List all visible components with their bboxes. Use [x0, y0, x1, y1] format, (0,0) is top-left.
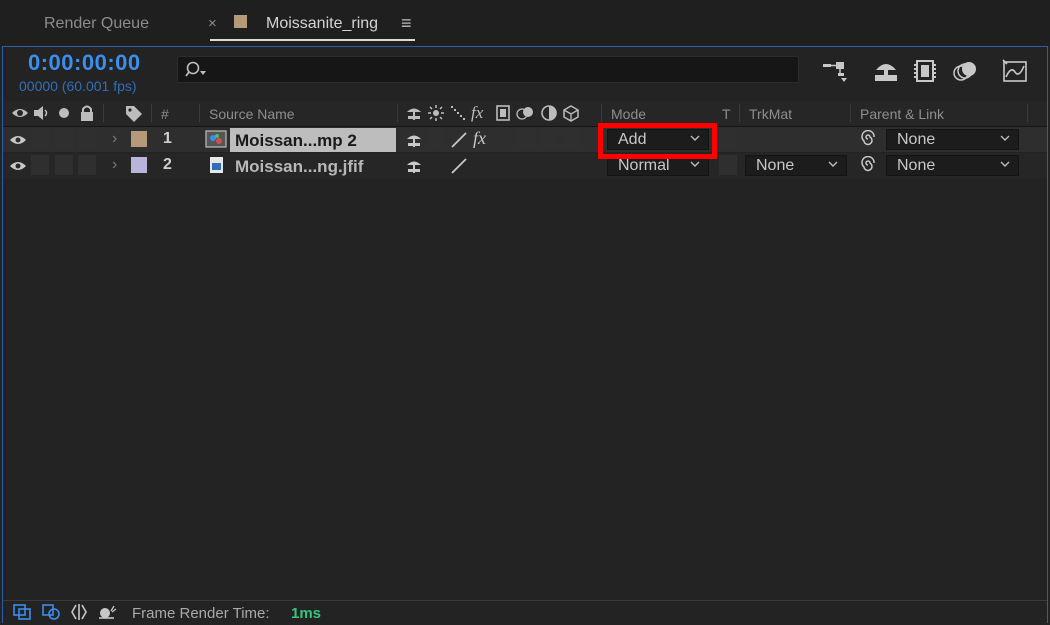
chevron-down-icon	[1000, 135, 1010, 141]
solo-switch[interactable]	[55, 129, 73, 149]
parent-pickwhip-icon[interactable]	[859, 156, 877, 174]
quality-slash-icon[interactable]	[449, 104, 467, 122]
precomp-thumbnail-icon	[205, 130, 227, 148]
modes-toggle-icon[interactable]	[41, 603, 61, 621]
shy-switch-icon[interactable]	[405, 131, 423, 149]
column-t[interactable]: T	[722, 106, 731, 122]
panel-menu-icon[interactable]: ≡	[401, 13, 412, 34]
lock-icon[interactable]	[79, 104, 95, 122]
frame-blend-column-icon[interactable]	[494, 104, 512, 122]
active-tab-underline	[210, 39, 415, 41]
column-mode[interactable]: Mode	[611, 106, 646, 122]
3d-layer-cube-icon[interactable]	[562, 104, 580, 122]
header-divider	[103, 104, 104, 122]
layer-switches-toggle-icon[interactable]	[12, 603, 32, 621]
visibility-eye-icon[interactable]	[9, 134, 27, 146]
composition-color-swatch	[234, 15, 247, 28]
audio-switch[interactable]	[31, 155, 49, 175]
parent-value: None	[897, 157, 936, 174]
close-tab-icon[interactable]: ×	[208, 15, 217, 32]
layer-number: 1	[163, 130, 172, 147]
chevron-down-icon	[1000, 161, 1010, 167]
adjustment-layer-icon[interactable]	[540, 104, 558, 122]
current-time-display[interactable]: 0:00:00:00	[28, 50, 141, 76]
motion-blur-icon[interactable]	[951, 58, 979, 84]
layer-number: 2	[163, 156, 172, 173]
track-matte-value: None	[756, 157, 795, 174]
motion-blur-column-icon[interactable]	[515, 104, 535, 122]
collapse-switch[interactable]	[427, 129, 445, 149]
parent-dropdown[interactable]: None	[886, 129, 1019, 150]
audio-switch[interactable]	[31, 129, 49, 149]
shy-switch-icon[interactable]	[405, 157, 423, 175]
search-input[interactable]	[212, 60, 796, 81]
column-number[interactable]: #	[161, 106, 169, 122]
frame-blending-icon[interactable]	[912, 58, 940, 84]
header-divider	[199, 104, 200, 122]
column-parent-link[interactable]: Parent & Link	[860, 106, 944, 122]
tab-composition[interactable]: Moissanite_ring	[266, 15, 378, 33]
layer-source-name[interactable]: Moissan...mp 2	[235, 131, 357, 151]
expand-chevron-icon[interactable]: ›	[112, 130, 117, 148]
draft-3d-icon[interactable]	[872, 58, 900, 84]
blend-mode-value: Normal	[618, 157, 670, 174]
tab-render-queue[interactable]: Render Queue	[44, 15, 149, 33]
solo-switch[interactable]	[55, 155, 73, 175]
mode-highlight-box	[598, 123, 717, 159]
graph-editor-icon[interactable]	[1001, 58, 1029, 84]
header-divider	[1027, 104, 1028, 122]
header-divider	[850, 104, 851, 122]
frame-rate-readout: 00000 (60.001 fps)	[19, 78, 137, 94]
parent-value: None	[897, 131, 936, 148]
track-matte-dropdown[interactable]: None	[745, 155, 847, 176]
parent-dropdown[interactable]: None	[886, 155, 1019, 176]
frame-render-time-label: Frame Render Time:	[132, 605, 270, 622]
audio-speaker-icon[interactable]	[32, 104, 52, 122]
collapse-sun-icon[interactable]	[427, 104, 445, 122]
motion-blur-switch[interactable]	[540, 129, 558, 149]
frame-render-time-value: 1ms	[291, 605, 322, 622]
lock-switch[interactable]	[78, 155, 96, 175]
column-source-name[interactable]: Source Name	[209, 106, 295, 122]
header-divider	[739, 104, 740, 122]
chevron-down-icon	[690, 161, 700, 167]
expand-chevron-icon[interactable]: ›	[112, 156, 117, 174]
in-out-toggle-icon[interactable]	[69, 603, 89, 621]
comp-flowchart-icon[interactable]	[822, 58, 850, 84]
tab-bar	[0, 0, 1050, 46]
search-icon[interactable]	[185, 60, 207, 80]
layer-source-name[interactable]: Moissan...ng.jfif	[235, 157, 363, 177]
layer-label-color[interactable]	[131, 157, 147, 173]
image-file-icon	[210, 157, 223, 173]
visibility-eye-icon[interactable]	[9, 160, 27, 172]
frame-blend-switch[interactable]	[517, 129, 535, 149]
header-divider	[151, 104, 152, 122]
chevron-down-icon	[828, 161, 838, 167]
solo-dot-icon[interactable]	[57, 104, 71, 122]
label-tag-icon[interactable]	[124, 104, 144, 122]
3d-layer-switch[interactable]	[562, 129, 580, 149]
column-trkmat[interactable]: TrkMat	[749, 106, 792, 122]
render-time-snail-icon[interactable]	[97, 603, 117, 621]
quality-switch-icon[interactable]	[450, 157, 468, 175]
parent-pickwhip-icon[interactable]	[859, 130, 877, 148]
header-divider	[601, 104, 602, 122]
effects-switch-icon[interactable]: fx	[473, 128, 486, 149]
effects-fx-icon[interactable]: fx	[471, 103, 483, 123]
quality-switch-icon[interactable]	[450, 131, 468, 149]
preserve-transparency-switch[interactable]	[719, 129, 737, 149]
lock-switch[interactable]	[78, 129, 96, 149]
video-eye-icon[interactable]	[11, 104, 29, 122]
layer-search-box[interactable]	[177, 56, 799, 83]
header-divider	[397, 104, 398, 122]
preserve-transparency-switch[interactable]	[719, 155, 737, 175]
shy-icon[interactable]	[405, 104, 423, 122]
layer-label-color[interactable]	[131, 131, 147, 147]
